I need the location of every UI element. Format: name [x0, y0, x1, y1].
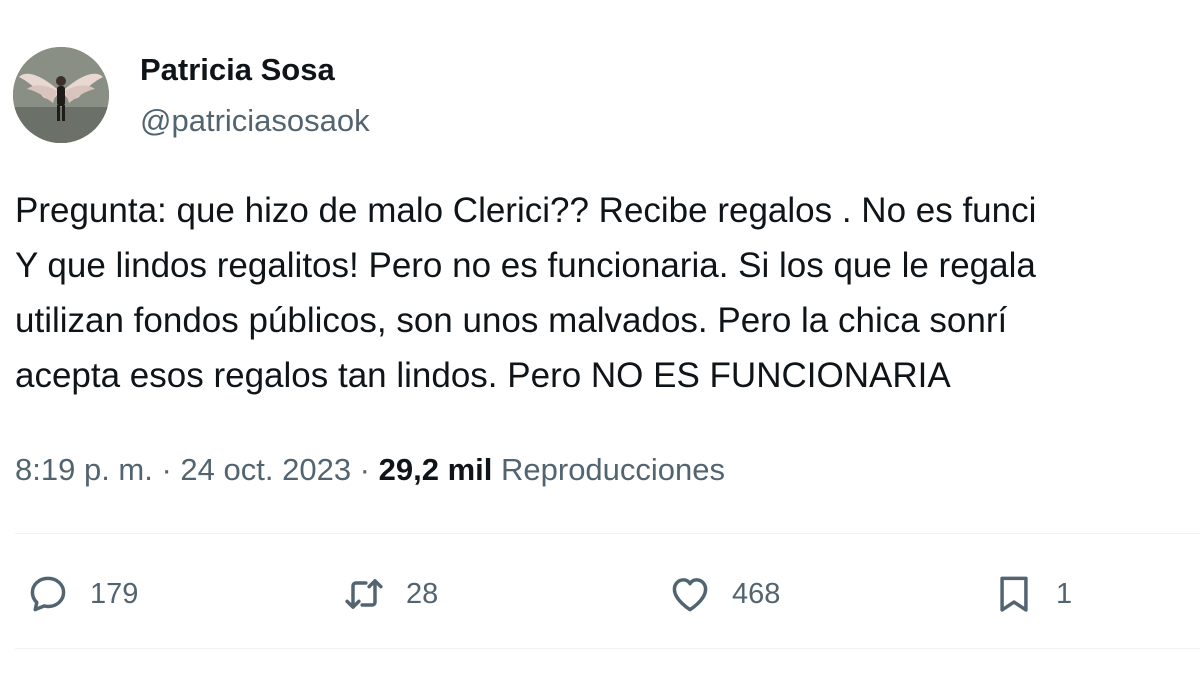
divider — [15, 533, 1200, 534]
like-button[interactable]: 468 — [664, 568, 780, 620]
tweet-text-line: Y que lindos regalitos! Pero no es funci… — [15, 246, 1036, 285]
profile-photo-icon — [13, 47, 109, 143]
retweet-icon — [338, 568, 390, 620]
tweet-meta: 8:19 p. m. · 24 oct. 2023 · 29,2 mil Rep… — [15, 452, 725, 488]
tweet-text: Pregunta: que hizo de malo Clerici?? Rec… — [15, 183, 1200, 403]
meta-separator: · — [152, 452, 181, 487]
tweet-text-line: Pregunta: que hizo de malo Clerici?? Rec… — [15, 191, 1037, 230]
heart-icon — [664, 568, 716, 620]
reply-icon — [22, 568, 74, 620]
author-avatar[interactable] — [13, 47, 109, 143]
like-count: 468 — [732, 577, 781, 610]
views-label: Reproducciones — [501, 452, 726, 487]
meta-separator: · — [351, 452, 379, 487]
retweet-count: 28 — [406, 577, 439, 610]
reply-count: 179 — [90, 577, 139, 610]
tweet-date[interactable]: 24 oct. 2023 — [180, 452, 351, 487]
bookmark-button[interactable]: 1 — [988, 568, 1072, 620]
bookmark-count: 1 — [1056, 577, 1073, 610]
views-count: 29,2 mil — [378, 452, 493, 487]
tweet-card: Patricia Sosa @patriciasosaok Pregunta: … — [0, 0, 1200, 675]
divider — [15, 648, 1200, 649]
tweet-time[interactable]: 8:19 p. m. — [15, 452, 153, 487]
tweet-text-line: utilizan fondos públicos, son unos malva… — [15, 301, 1008, 340]
reply-button[interactable]: 179 — [22, 568, 138, 620]
tweet-text-line: acepta esos regalos tan lindos. Pero NO … — [15, 356, 951, 395]
author-display-name[interactable]: Patricia Sosa — [140, 52, 335, 88]
retweet-button[interactable]: 28 — [338, 568, 438, 620]
author-handle[interactable]: @patriciasosaok — [140, 103, 370, 139]
bookmark-icon — [988, 568, 1040, 620]
